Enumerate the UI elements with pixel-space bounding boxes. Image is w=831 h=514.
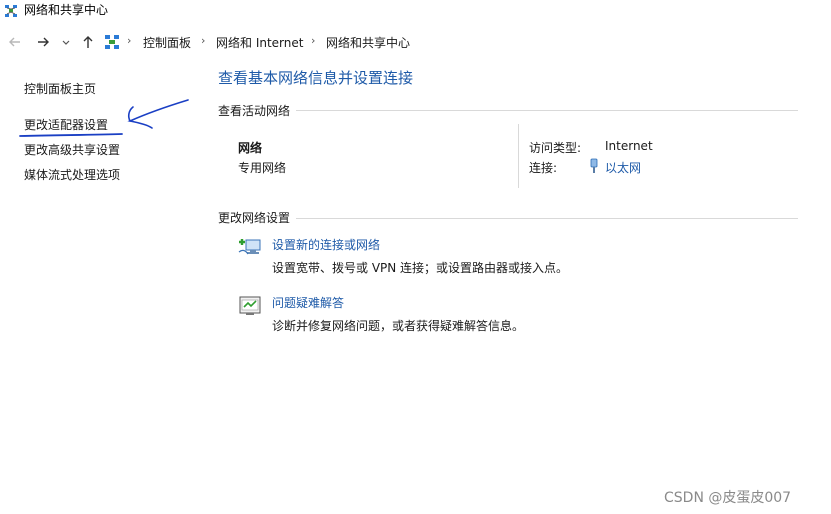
sidebar-item-control-panel-home[interactable]: 控制面板主页 xyxy=(24,80,96,97)
active-networks-heading: 查看活动网络 xyxy=(218,104,291,118)
network-setup-icon xyxy=(238,236,262,258)
control-panel-icon xyxy=(104,34,120,50)
window-title: 网络和共享中心 xyxy=(24,3,109,17)
breadcrumb-network-internet[interactable]: 网络和 Internet xyxy=(216,34,303,51)
connections-label: 连接: xyxy=(529,161,558,175)
setup-new-connection-description: 设置宽带、拨号或 VPN 连接；或设置路由器或接入点。 xyxy=(272,261,569,275)
back-arrow-icon xyxy=(9,37,20,47)
back-button[interactable] xyxy=(6,33,24,51)
watermark: CSDN @皮蛋皮007 xyxy=(664,490,792,506)
network-center-icon xyxy=(4,3,18,17)
address-bar: › 控制面板 › 网络和 Internet › 网络和共享中心 xyxy=(0,30,831,56)
breadcrumb-separator-icon: › xyxy=(311,34,316,47)
up-button[interactable] xyxy=(79,33,97,51)
ethernet-connection-link[interactable]: 以太网 xyxy=(605,159,641,176)
title-bar: 网络和共享中心 xyxy=(0,0,831,24)
sidebar-item-change-advanced-sharing[interactable]: 更改高级共享设置 xyxy=(24,141,120,158)
breadcrumb-separator-icon: › xyxy=(201,34,206,47)
forward-button[interactable] xyxy=(34,33,52,51)
access-type-value: Internet xyxy=(605,139,653,153)
forward-arrow-icon xyxy=(38,37,49,47)
network-info-divider xyxy=(518,124,519,188)
recent-locations-button[interactable] xyxy=(60,33,72,51)
sidebar-item-media-streaming[interactable]: 媒体流式处理选项 xyxy=(24,166,120,183)
network-name: 网络 xyxy=(238,141,263,155)
sidebar-item-change-adapter-settings[interactable]: 更改适配器设置 xyxy=(24,116,108,133)
breadcrumb-network-sharing-center[interactable]: 网络和共享中心 xyxy=(326,34,410,51)
troubleshoot-problems-link[interactable]: 问题疑难解答 xyxy=(272,294,344,311)
access-type-label: 访问类型: xyxy=(529,141,582,155)
breadcrumb-separator-icon: › xyxy=(127,34,132,47)
troubleshoot-icon xyxy=(238,295,262,317)
change-settings-heading: 更改网络设置 xyxy=(218,211,291,225)
ethernet-icon xyxy=(589,158,599,174)
troubleshoot-problems-description: 诊断并修复网络问题，或者获得疑难解答信息。 xyxy=(272,319,525,333)
network-type: 专用网络 xyxy=(238,161,287,175)
breadcrumb-control-panel[interactable]: 控制面板 xyxy=(143,34,191,51)
page-title: 查看基本网络信息并设置连接 xyxy=(218,69,414,87)
setup-new-connection-link[interactable]: 设置新的连接或网络 xyxy=(272,236,380,253)
section-divider xyxy=(296,110,798,111)
up-arrow-icon xyxy=(83,36,93,48)
chevron-down-icon xyxy=(62,40,70,45)
section-divider xyxy=(296,218,798,219)
